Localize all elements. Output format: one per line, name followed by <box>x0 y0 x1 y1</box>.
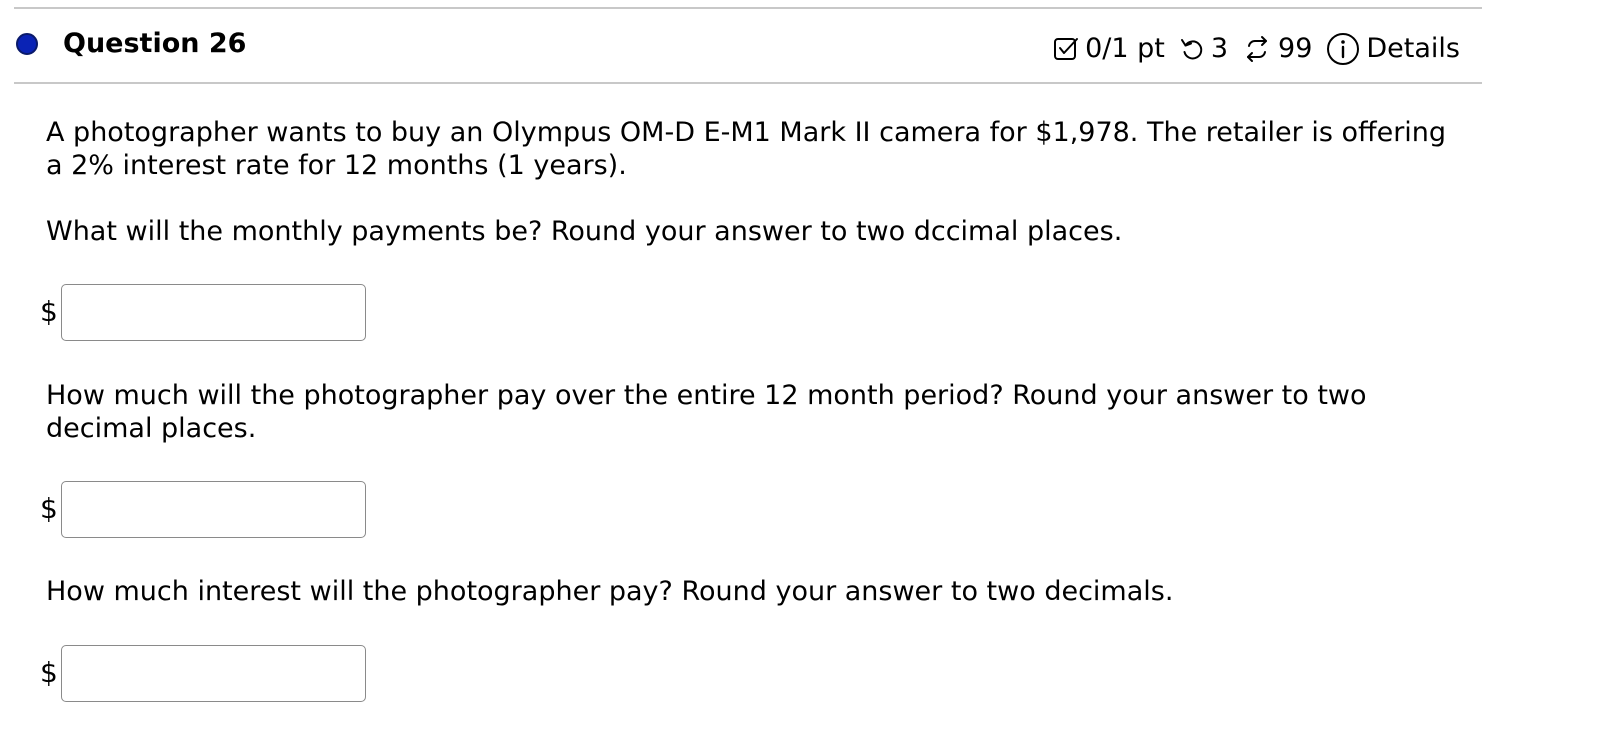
question-header: Question 26 0/1 pt 3 99 Details <box>14 14 1482 80</box>
answer-input-interest[interactable] <box>61 645 366 702</box>
retry-icon <box>1179 36 1205 62</box>
header-top-divider <box>14 7 1482 9</box>
currency-symbol-2: $ <box>40 492 58 525</box>
question-prompt-2: How much will the photographer pay over … <box>46 380 1367 444</box>
checkbox-icon <box>1053 36 1079 62</box>
currency-symbol-3: $ <box>40 656 58 689</box>
attempts-count: 99 <box>1278 33 1313 64</box>
score-text: 0/1 pt <box>1085 33 1165 64</box>
status-dot-icon <box>16 33 38 55</box>
question-meta: 0/1 pt 3 99 Details <box>1053 29 1460 69</box>
question-prompt-3: How much interest will the photographer … <box>46 576 1174 607</box>
question-page: Question 26 0/1 pt 3 99 Details A photog… <box>0 0 1618 748</box>
question-prompt-1: What will the monthly payments be? Round… <box>46 216 1123 247</box>
header-bottom-divider <box>14 82 1482 84</box>
details-link[interactable]: Details <box>1366 32 1460 66</box>
question-title: Question 26 <box>63 28 247 59</box>
repeat-arrows-icon <box>1242 34 1272 64</box>
answer-input-monthly-payment[interactable] <box>61 284 366 341</box>
currency-symbol-1: $ <box>40 295 58 328</box>
info-icon[interactable] <box>1326 32 1360 66</box>
retries-count: 3 <box>1210 33 1229 64</box>
answer-input-total-paid[interactable] <box>61 481 366 538</box>
problem-statement: A photographer wants to buy an Olympus O… <box>46 117 1447 181</box>
